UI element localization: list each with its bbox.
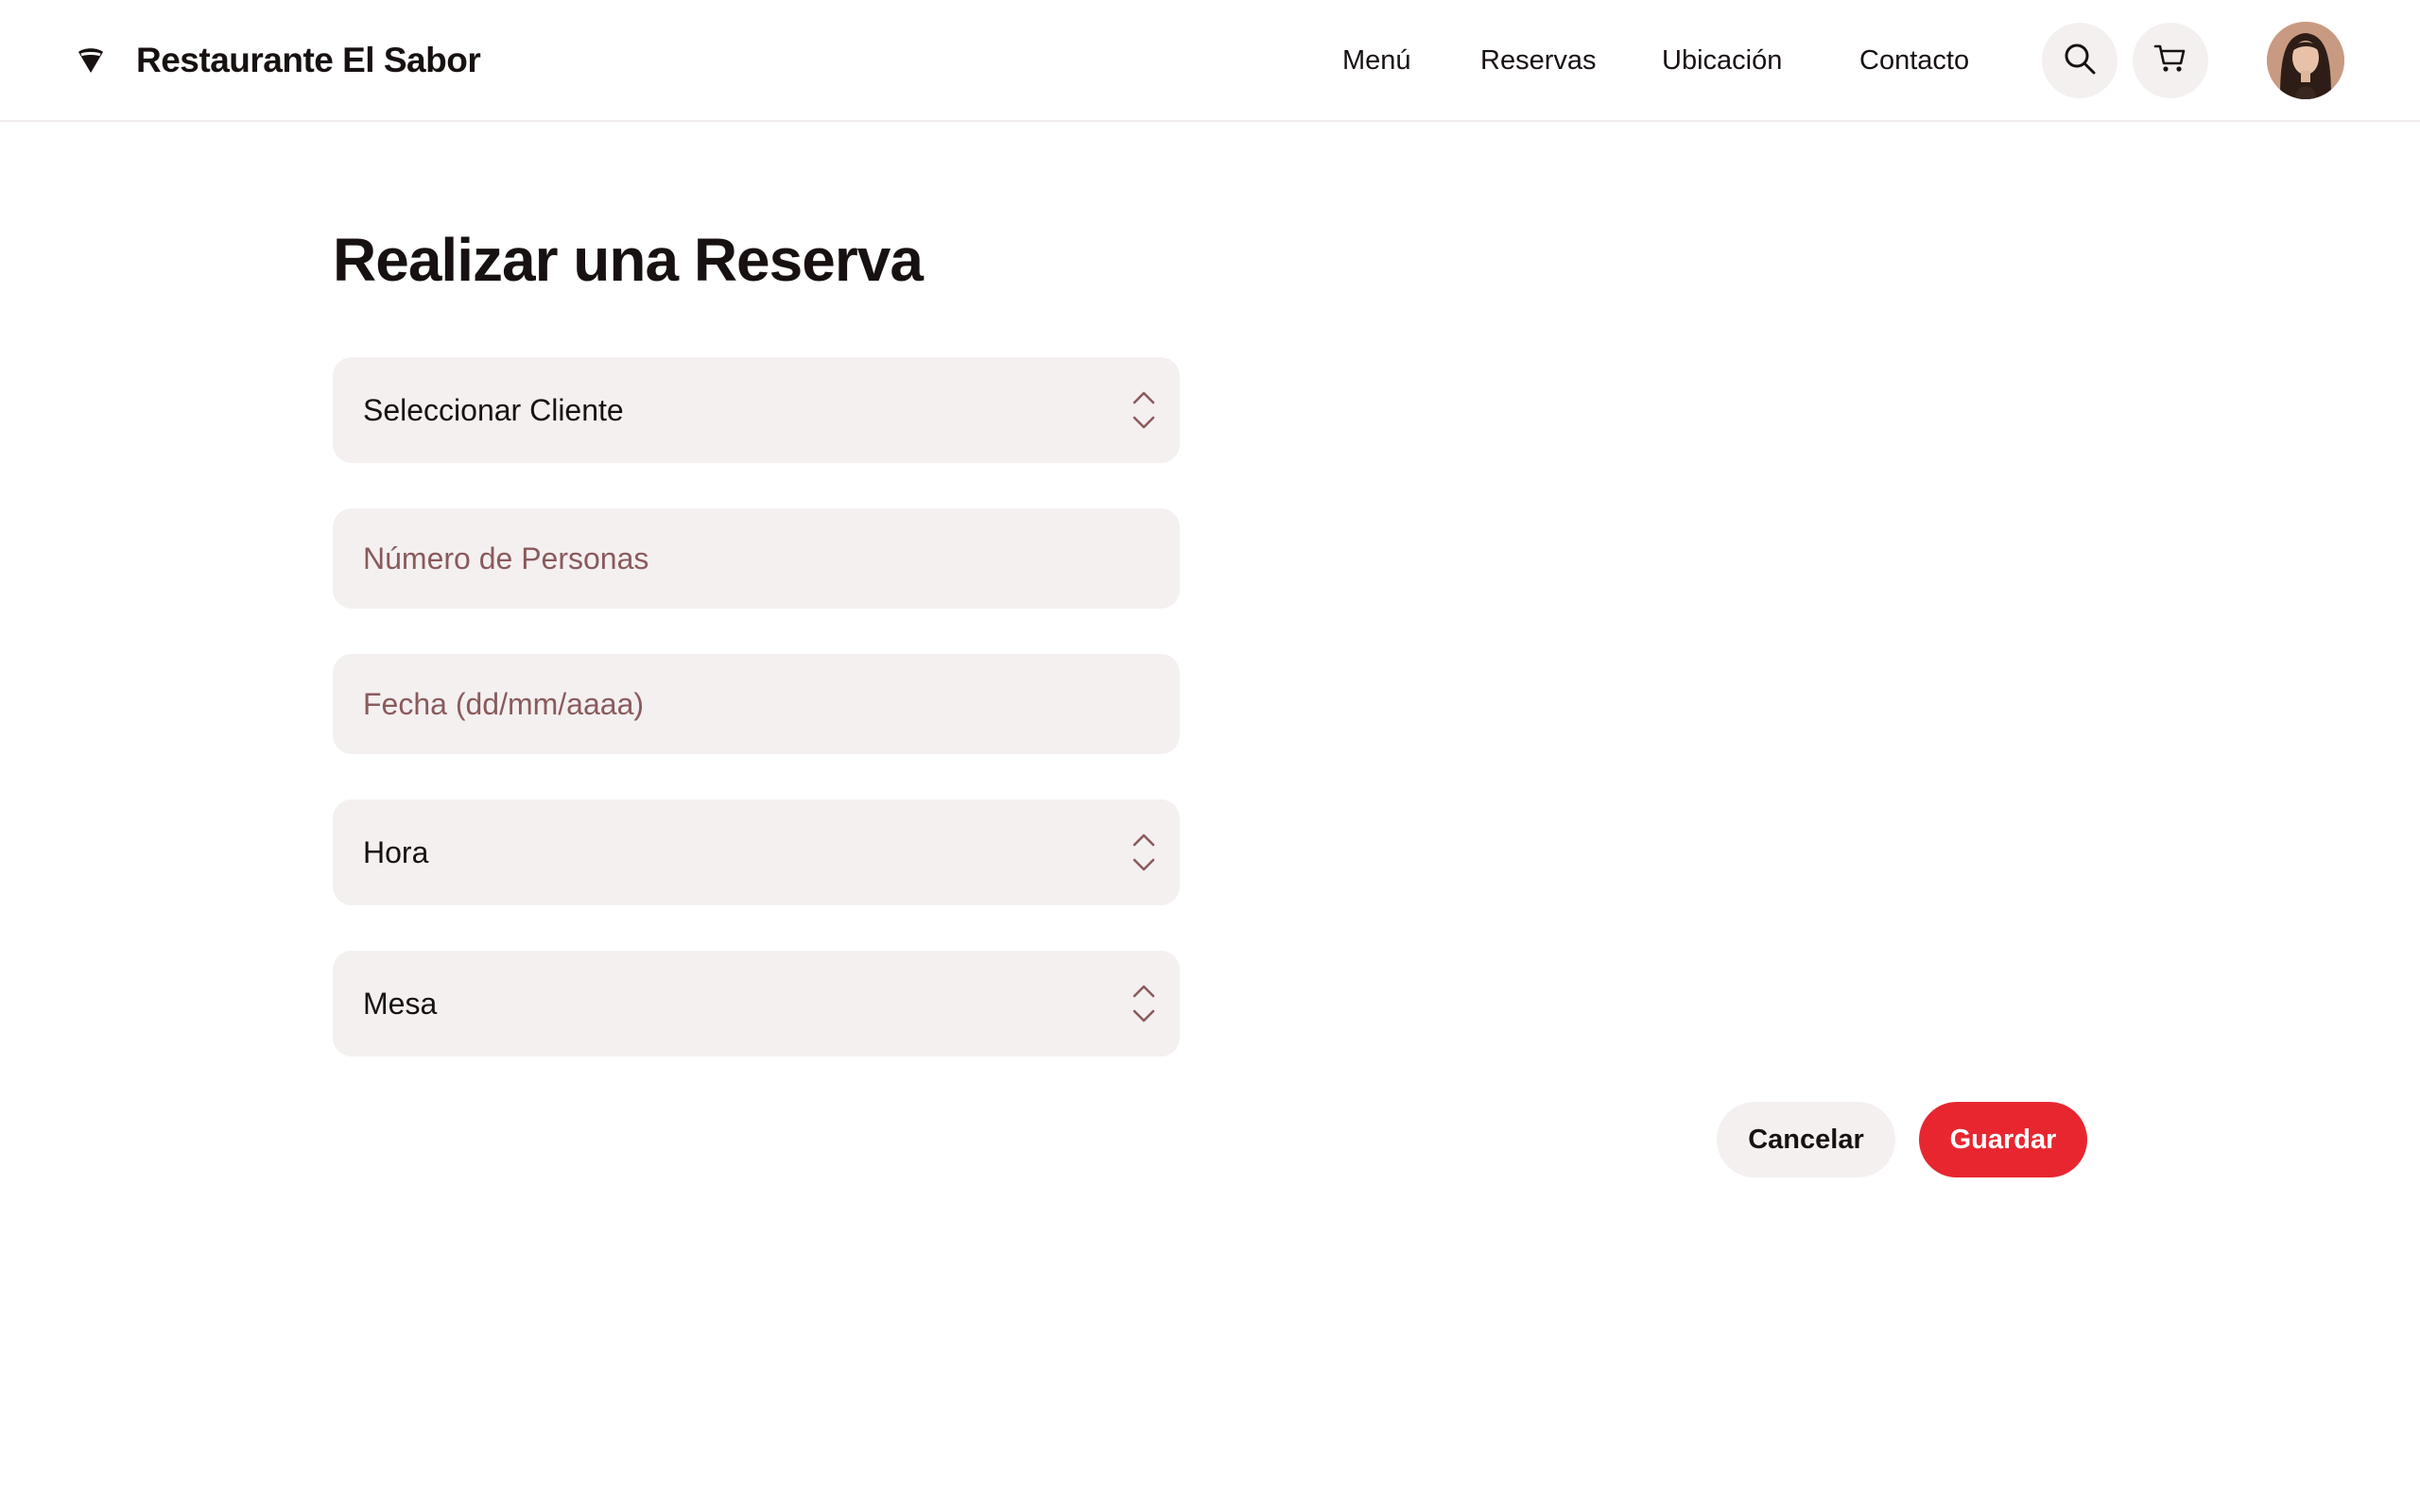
user-avatar[interactable]: [2267, 22, 2344, 99]
brand[interactable]: Restaurante El Sabor: [76, 34, 481, 87]
date-input[interactable]: [363, 654, 1180, 754]
chevron-up-down-icon: [1132, 833, 1155, 871]
table-select[interactable]: Mesa: [333, 951, 1180, 1057]
search-button[interactable]: [2042, 23, 2118, 98]
shopping-cart-icon: [2153, 42, 2187, 80]
people-field[interactable]: [333, 508, 1180, 609]
search-icon: [2063, 42, 2097, 80]
chevron-up-down-icon: [1132, 391, 1155, 429]
table-select-value: Mesa: [363, 986, 438, 1021]
top-navigation-bar: Restaurante El Sabor Menú Reservas Ubica…: [0, 0, 2420, 122]
time-select-value: Hora: [363, 834, 429, 869]
nav-item-ubicacion[interactable]: Ubicación: [1662, 45, 1782, 77]
people-input[interactable]: [363, 508, 1180, 609]
brand-name: Restaurante El Sabor: [136, 41, 481, 79]
cart-button[interactable]: [2133, 23, 2208, 98]
date-field[interactable]: [333, 654, 1180, 754]
save-button[interactable]: Guardar: [1919, 1102, 2087, 1177]
client-select-value: Seleccionar Cliente: [363, 392, 624, 427]
page-title: Realizar una Reserva: [333, 226, 924, 294]
time-select[interactable]: Hora: [333, 799, 1180, 905]
diamond-logo-icon: [76, 45, 106, 76]
nav-item-menu[interactable]: Menú: [1342, 45, 1411, 77]
nav-item-reservas[interactable]: Reservas: [1480, 45, 1597, 77]
nav-item-contacto[interactable]: Contacto: [1859, 45, 1969, 77]
cancel-button[interactable]: Cancelar: [1717, 1102, 1895, 1177]
client-select[interactable]: Seleccionar Cliente: [333, 357, 1180, 463]
chevron-up-down-icon: [1132, 985, 1155, 1022]
